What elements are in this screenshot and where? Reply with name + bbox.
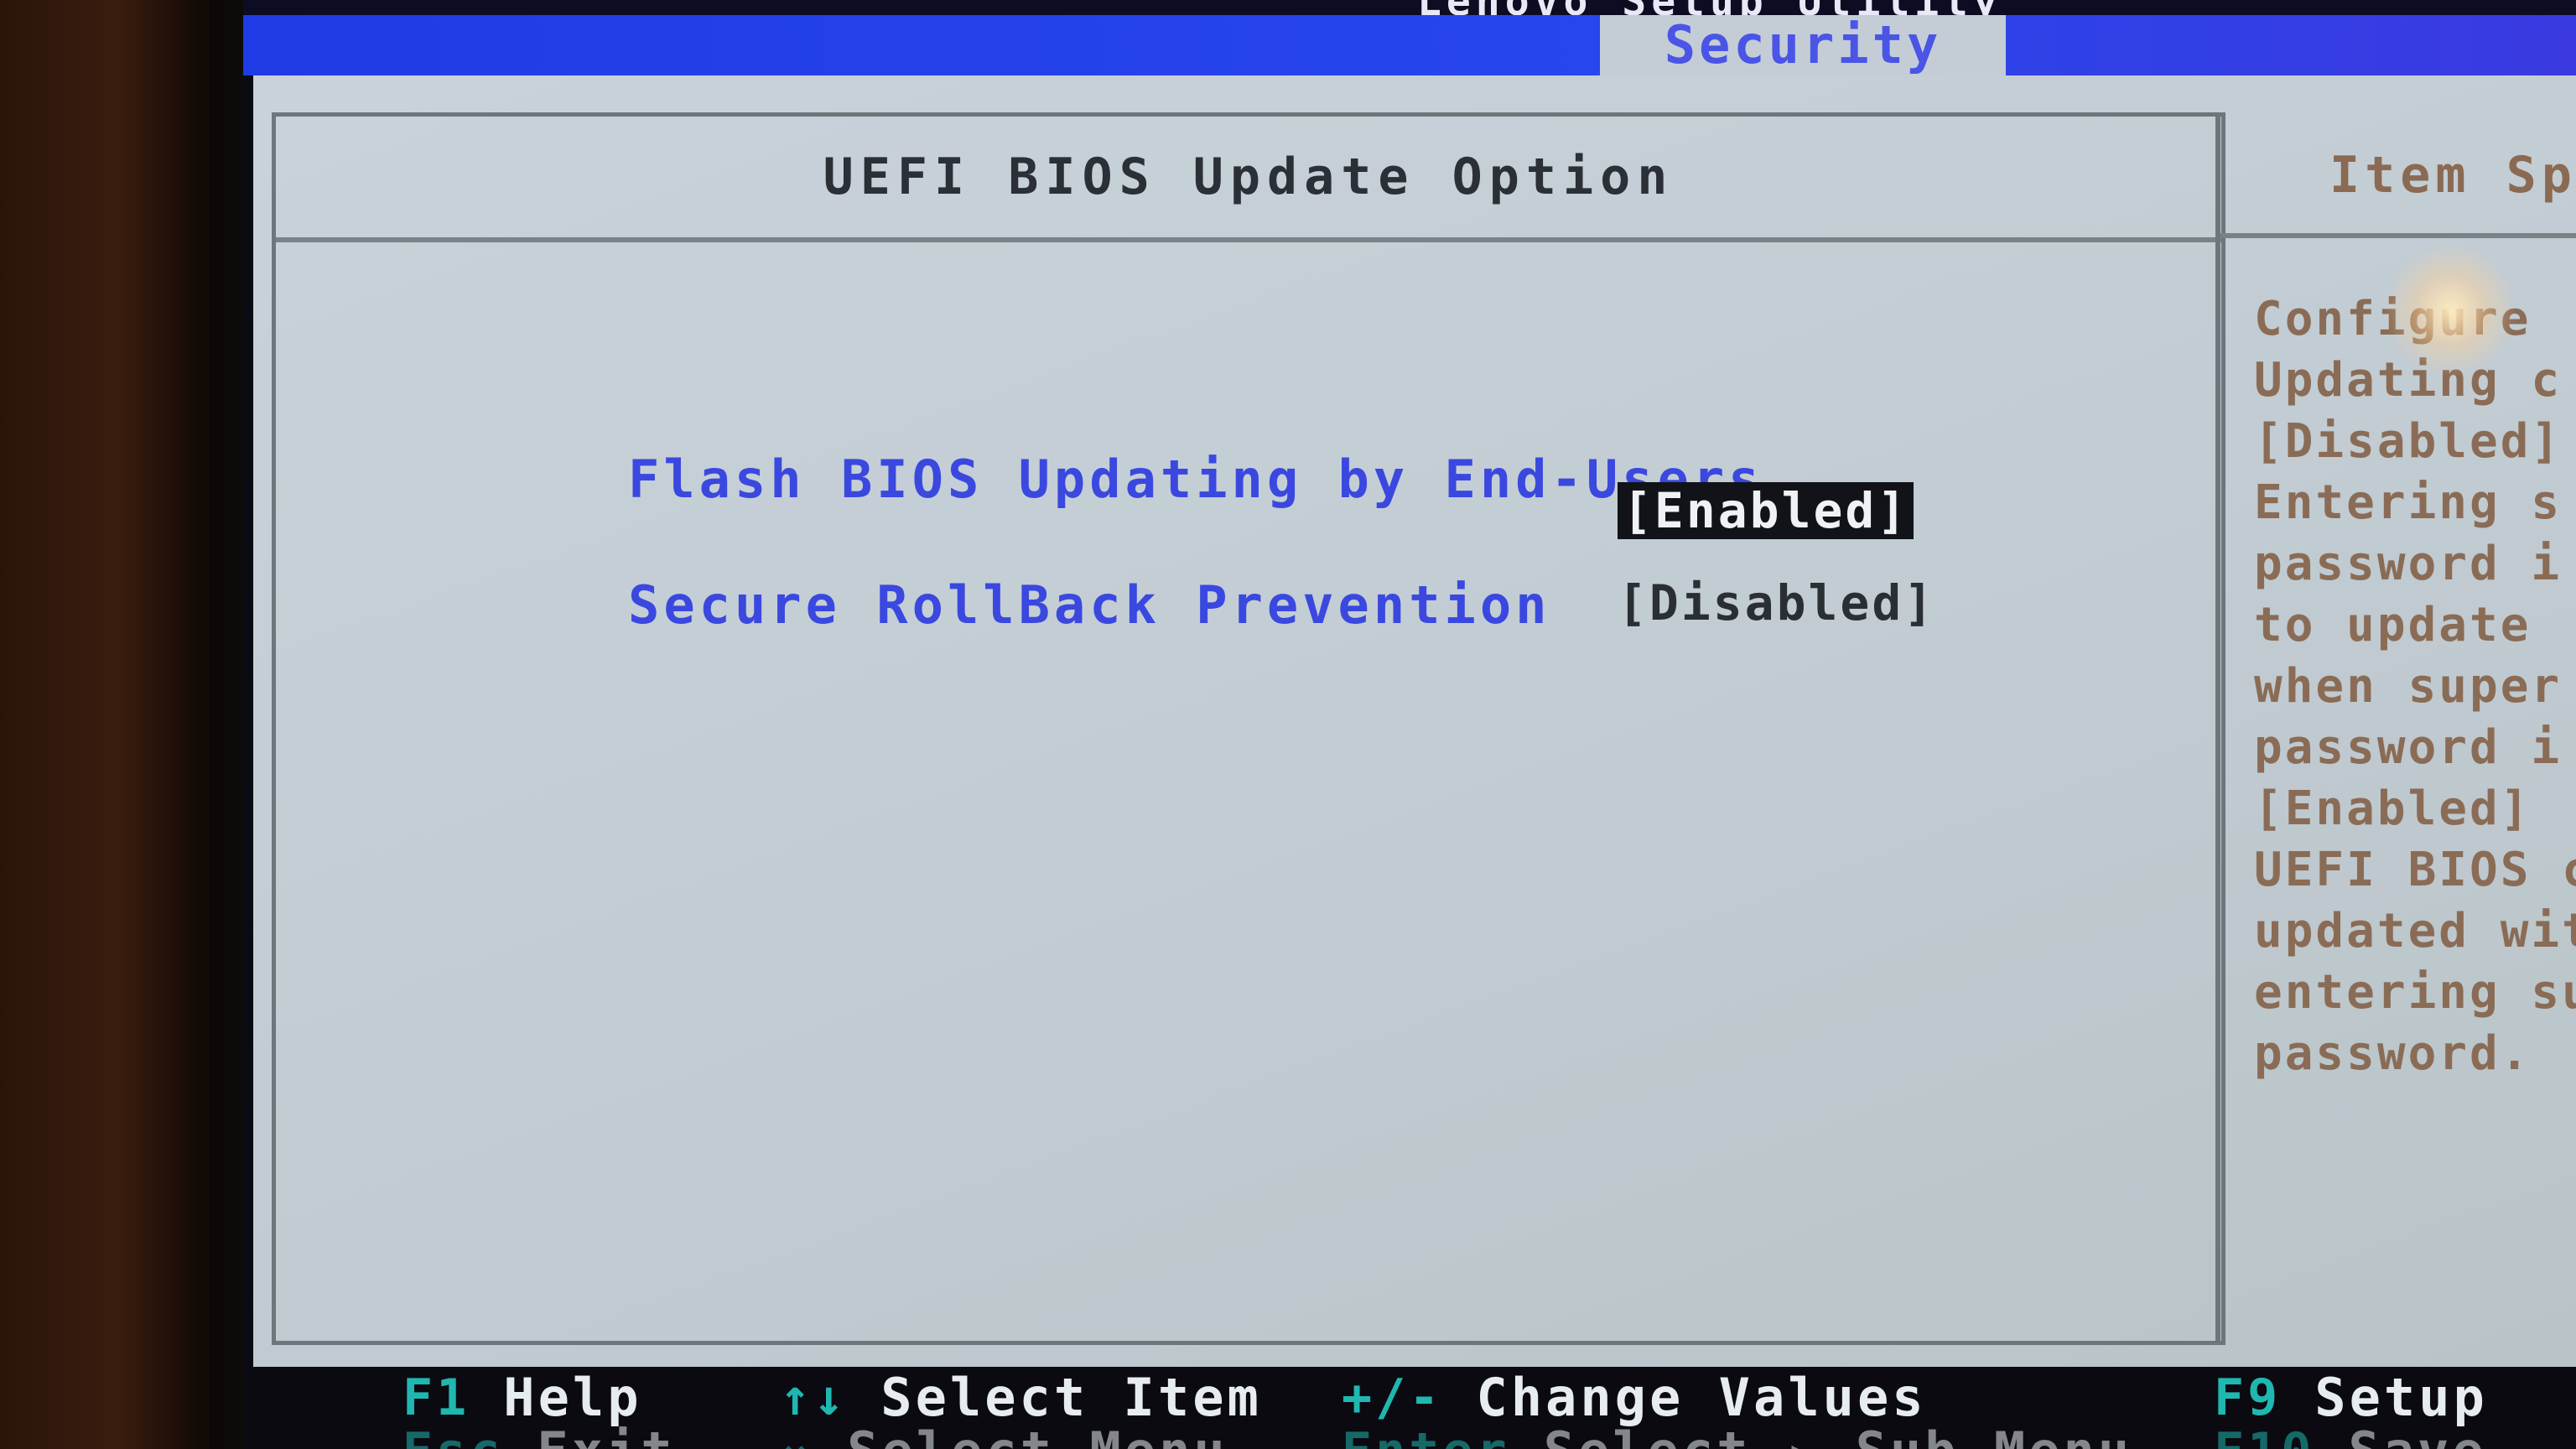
key-name: +/- <box>1342 1368 1443 1427</box>
key-exit: Esc Exit <box>402 1420 676 1449</box>
key-name: F10 <box>2214 1420 2314 1449</box>
help-header: Item Sp <box>2220 112 2576 238</box>
light-glare <box>2383 243 2517 377</box>
key-legend-bar: F1 Help ↑↓ Select Item +/- Change Values… <box>243 1367 2576 1449</box>
setting-row-secure-rollback[interactable]: Secure RollBack Prevention [Disabled] <box>276 574 2221 641</box>
bios-screen: Lenovo Setup Utility Security UEFI BIOS … <box>243 0 2576 1449</box>
key-save: F10 Save <box>2214 1420 2487 1449</box>
key-action: Help <box>503 1367 642 1428</box>
key-name: Esc <box>402 1420 503 1449</box>
key-action: Save <box>2348 1420 2486 1449</box>
setting-label: Secure RollBack Prevention <box>628 574 1551 636</box>
setting-row-flash-bios-updating[interactable]: Flash BIOS Updating by End-Users [Enable… <box>276 449 2221 539</box>
title-strip: Lenovo Setup Utility <box>243 0 2576 25</box>
key-action: Select Item <box>880 1367 1262 1428</box>
key-action: Change Values <box>1476 1367 1927 1428</box>
key-legend-row-2: Esc Exit ↔ Select Menu Enter Select ▸ Su… <box>243 1420 2576 1449</box>
key-action: Setup <box>2314 1367 2488 1428</box>
key-name: ↔ <box>780 1420 813 1449</box>
main-frame: UEFI BIOS Update Option Flash BIOS Updat… <box>272 112 2225 1345</box>
tab-security[interactable]: Security <box>1600 15 2006 75</box>
key-action: Select ▸ Sub-Menu <box>1544 1420 2133 1449</box>
key-name: F9 <box>2214 1368 2282 1427</box>
section-title: UEFI BIOS Update Option <box>276 117 2221 242</box>
key-name: Enter <box>1342 1420 1510 1449</box>
key-action: Exit <box>537 1420 675 1449</box>
help-text: Configure Updating c [Disabled] Entering… <box>2254 292 2576 1081</box>
menu-bar: Security <box>243 15 2576 75</box>
key-sub-menu: Enter Select ▸ Sub-Menu <box>1342 1420 2132 1449</box>
photo-stage: Lenovo Setup Utility Security UEFI BIOS … <box>0 0 2576 1449</box>
setting-value[interactable]: [Disabled] <box>1618 574 1935 631</box>
settings-panel: UEFI BIOS Update Option Flash BIOS Updat… <box>253 75 2576 1367</box>
settings-list: Flash BIOS Updating by End-Users [Enable… <box>276 247 2221 1337</box>
key-select-menu: ↔ Select Menu <box>780 1420 1228 1449</box>
setting-label: Flash BIOS Updating by End-Users <box>628 449 1764 510</box>
setting-value-selected[interactable]: [Enabled] <box>1618 482 1914 539</box>
key-name: F1 <box>402 1368 470 1427</box>
key-name: ↑↓ <box>780 1368 848 1427</box>
key-action: Select Menu <box>847 1420 1228 1449</box>
